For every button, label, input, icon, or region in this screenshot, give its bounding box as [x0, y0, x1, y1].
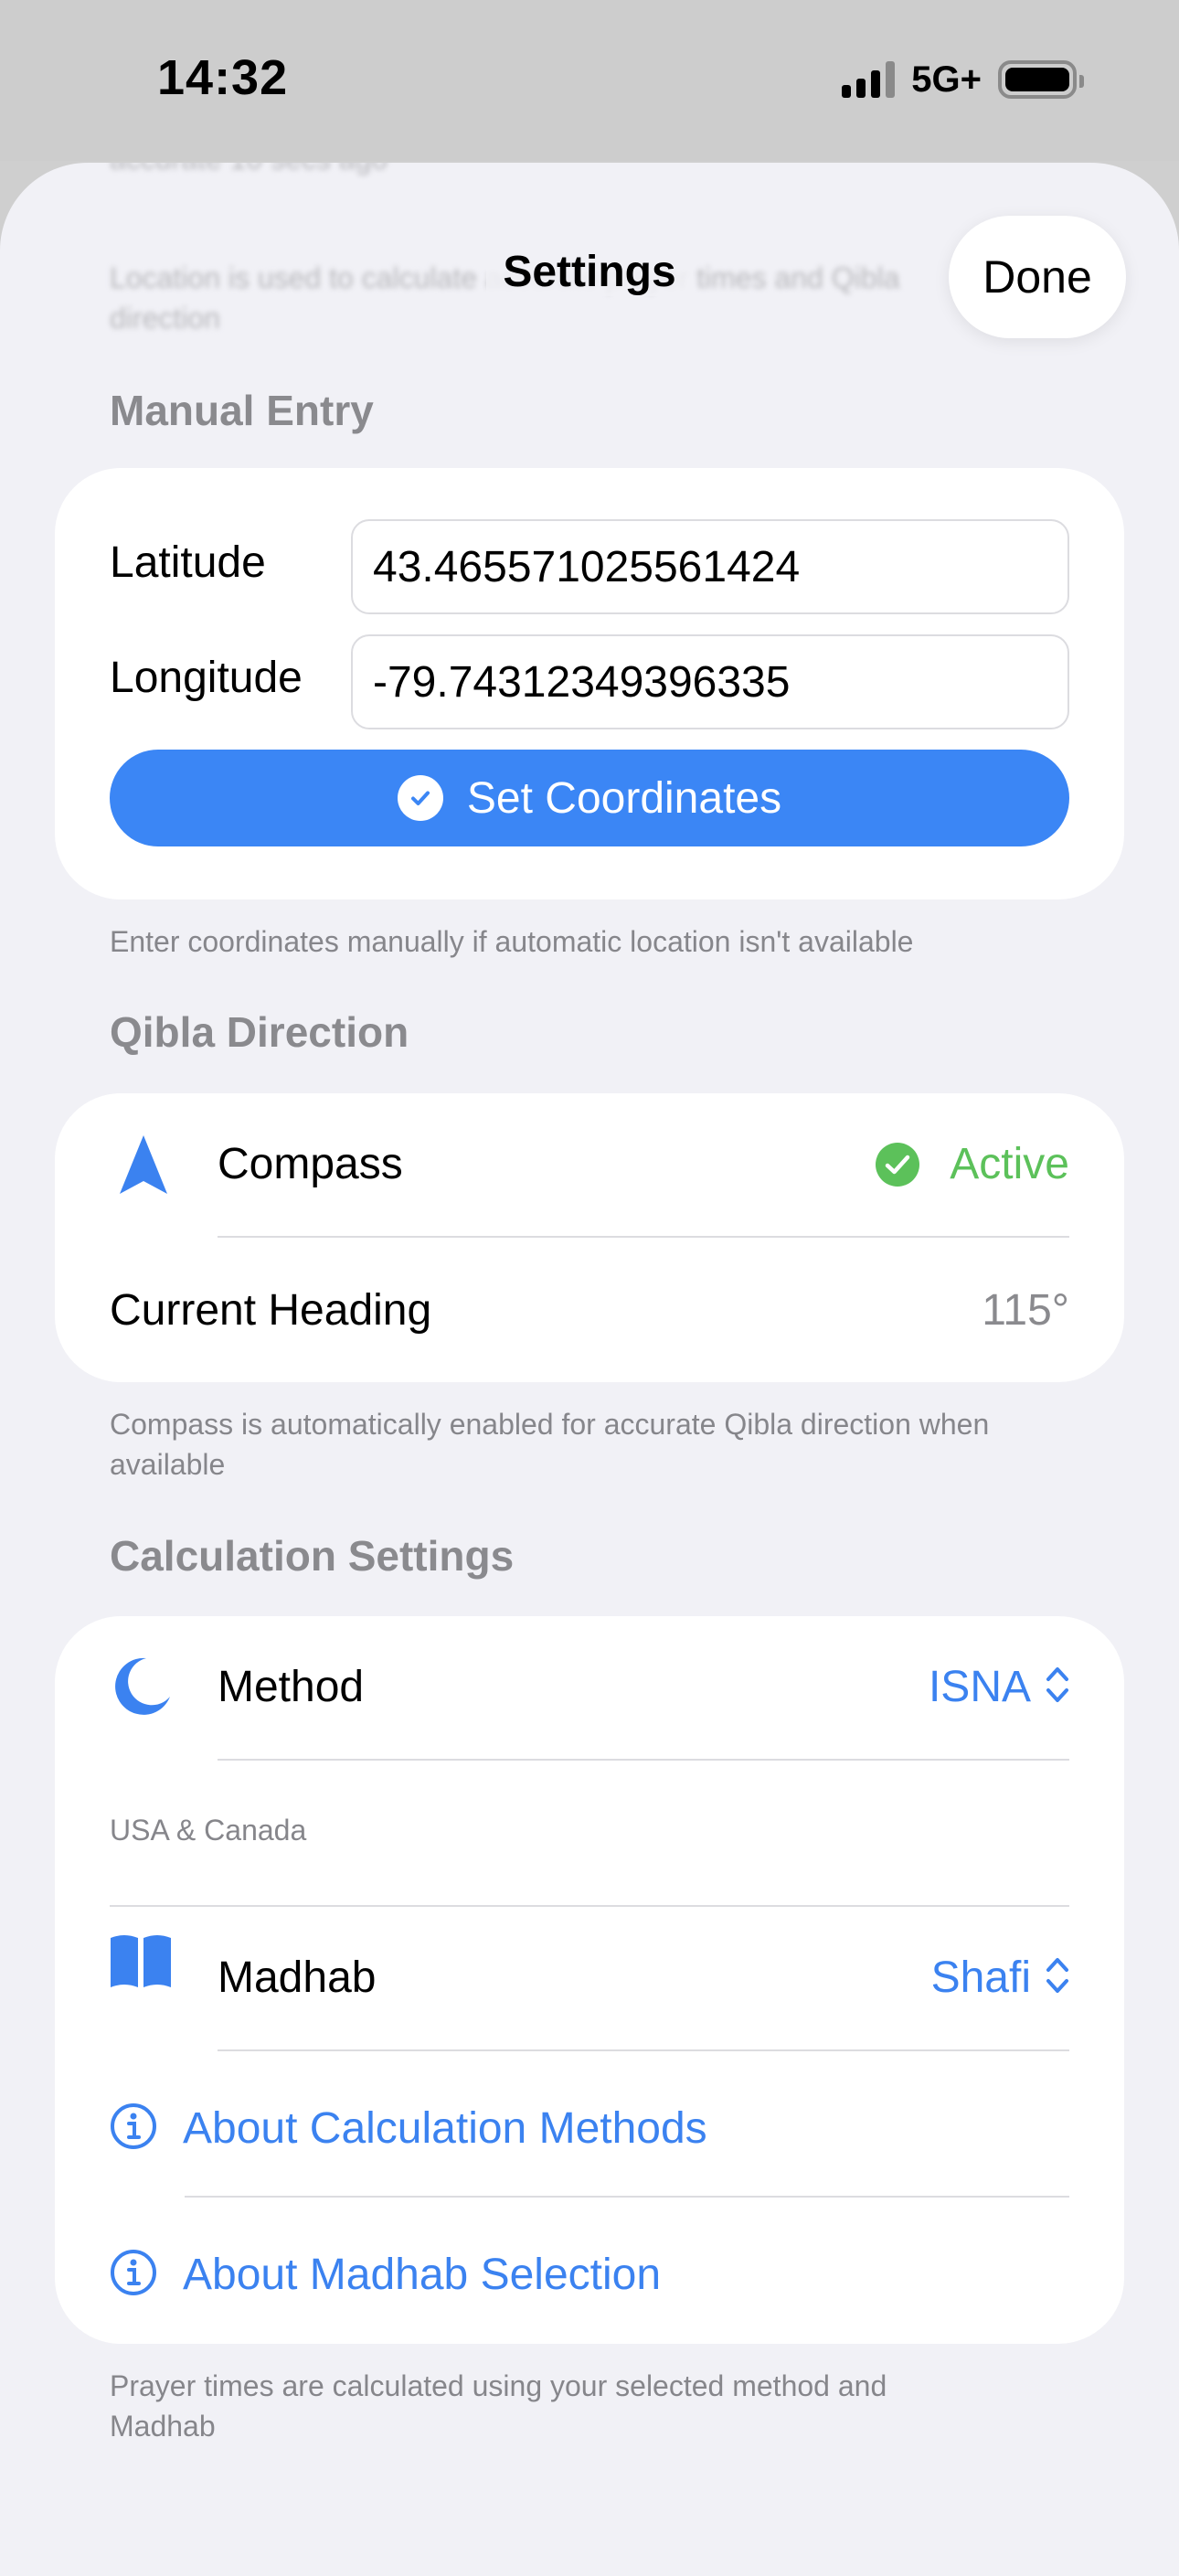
row-divider: [185, 2196, 1069, 2198]
settings-sheet: accurate 10 secs ago Location is used to…: [0, 163, 1179, 2576]
status-indicators: 5G+: [842, 57, 1084, 102]
method-subtitle: USA & Canada: [110, 1814, 307, 1847]
about-madhab-selection-label: About Madhab Selection: [183, 2250, 662, 2299]
battery-full-icon: [998, 60, 1084, 99]
manual-entry-card: Latitude 43.465571025561424 Longitude -7…: [55, 468, 1124, 899]
set-coordinates-button[interactable]: Set Coordinates: [110, 750, 1069, 846]
section-header-manual-entry: Manual Entry: [110, 387, 374, 434]
done-button[interactable]: Done: [949, 216, 1126, 338]
row-divider: [110, 1905, 1069, 1907]
method-picker[interactable]: ISNA: [929, 1655, 1069, 1719]
madhab-value: Shafi: [930, 1953, 1031, 2002]
status-bar: 14:32 5G+: [0, 0, 1179, 161]
madhab-picker[interactable]: Shafi: [931, 1945, 1069, 2009]
compass-status: Active: [950, 1140, 1069, 1188]
info-circle-icon: [110, 2102, 157, 2155]
network-type: 5G+: [911, 59, 982, 100]
method-label: Method: [218, 1663, 365, 1711]
info-circle-icon: [110, 2249, 157, 2301]
qibla-card: Compass Active Current Heading 115°: [55, 1093, 1124, 1382]
about-calculation-methods-link[interactable]: About Calculation Methods: [110, 2073, 1069, 2183]
row-divider: [218, 1236, 1069, 1238]
latitude-label: Latitude: [110, 538, 266, 587]
section-header-calculation-settings: Calculation Settings: [110, 1532, 515, 1580]
row-divider: [218, 1759, 1069, 1761]
about-calculation-methods-label: About Calculation Methods: [183, 2103, 707, 2153]
latitude-field[interactable]: 43.465571025561424: [351, 519, 1069, 614]
scrolled-status-text: accurate 10 secs ago: [110, 163, 388, 176]
about-madhab-selection-link[interactable]: About Madhab Selection: [110, 2219, 1069, 2329]
location-arrow-icon: [117, 1134, 170, 1202]
status-time: 14:32: [157, 50, 289, 105]
active-checkmark-icon: [876, 1143, 919, 1191]
set-coordinates-label: Set Coordinates: [466, 773, 782, 823]
chevron-up-down-icon: [1046, 1665, 1069, 1709]
qibla-footnote: Compass is automatically enabled for acc…: [110, 1408, 990, 1481]
longitude-label: Longitude: [110, 654, 303, 702]
checkmark-circle-icon: [397, 775, 443, 821]
section-header-qibla-direction: Qibla Direction: [110, 1008, 409, 1056]
current-heading-label: Current Heading: [110, 1286, 432, 1335]
current-heading-value: 115°: [982, 1286, 1069, 1335]
moon-icon: [112, 1656, 172, 1721]
cellular-signal-icon: [842, 61, 896, 98]
chevron-up-down-icon: [1046, 1955, 1069, 2000]
longitude-field[interactable]: -79.74312349396335: [351, 634, 1069, 729]
row-divider: [218, 2049, 1069, 2051]
madhab-label: Madhab: [218, 1953, 377, 2002]
calculation-card: Method ISNA USA & Canada Madhab Shafi Ab…: [55, 1616, 1124, 2344]
manual-entry-footnote: Enter coordinates manually if automatic …: [110, 925, 914, 958]
book-icon: [108, 1932, 174, 1996]
compass-label: Compass: [218, 1140, 403, 1188]
method-value: ISNA: [928, 1662, 1031, 1711]
calculation-footnote: Prayer times are calculated using your s…: [110, 2369, 887, 2443]
page-title: Settings: [486, 248, 693, 296]
